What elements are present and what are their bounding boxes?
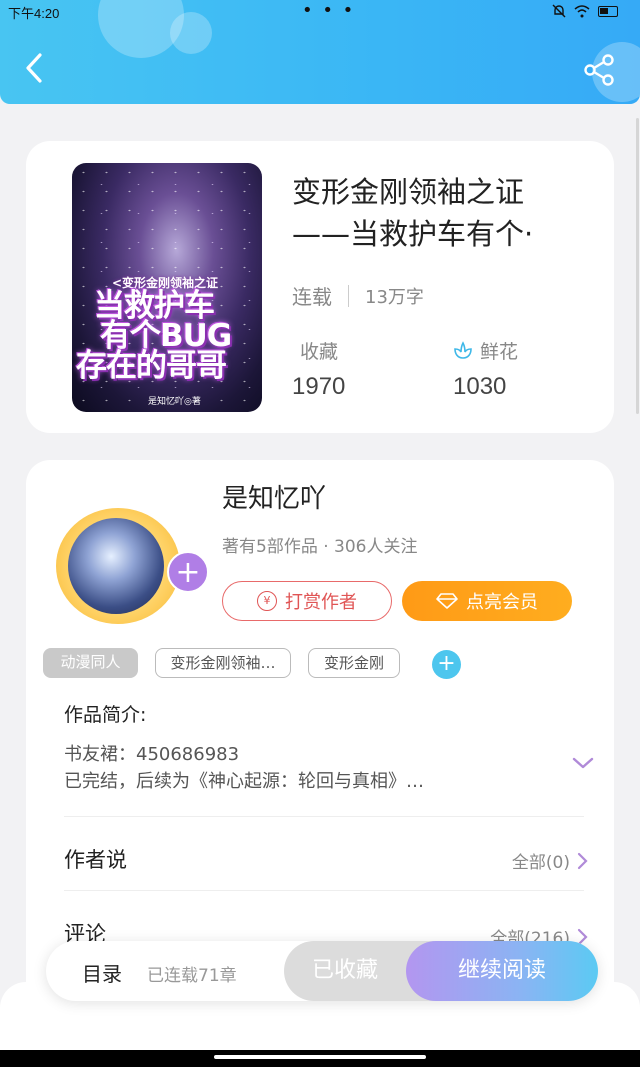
avatar-image: [68, 518, 164, 614]
continue-reading-button[interactable]: 继续阅读: [406, 941, 598, 1001]
cover-author: 是知忆吖◎著: [148, 397, 201, 407]
share-icon[interactable]: [582, 54, 616, 86]
flowers-label: 鲜花: [452, 337, 518, 364]
mute-bell-icon: [552, 4, 566, 18]
author-avatar[interactable]: +: [52, 506, 209, 624]
wifi-icon: [574, 4, 590, 17]
divider: [64, 890, 584, 891]
meta-divider: [348, 284, 349, 307]
book-meta: 连载 13万字: [292, 281, 424, 310]
chevron-right-icon: [577, 852, 588, 869]
toc-button[interactable]: 目录: [82, 958, 122, 987]
book-title: 变形金刚领袖之证 ——当救护车有个·: [292, 171, 592, 255]
diamond-icon: [436, 593, 458, 609]
home-indicator[interactable]: [214, 1055, 426, 1059]
favorites-label-text: 收藏: [300, 341, 339, 363]
intro-line2: 已完结，后续为《神心起源：轮回与真相》…: [64, 771, 424, 792]
status-icons: [552, 4, 618, 18]
battery-icon: [598, 5, 618, 17]
flower-icon: [454, 340, 472, 359]
yen-icon: ¥: [257, 591, 277, 611]
author-says-all-text: 全部(0): [511, 853, 570, 873]
book-title-line2: ——当救护车有个·: [292, 217, 534, 251]
reward-author-label: 打赏作者: [285, 592, 357, 613]
follow-author-button[interactable]: +: [167, 551, 209, 593]
back-chevron-icon[interactable]: [20, 50, 50, 86]
flowers-label-text: 鲜花: [480, 341, 519, 363]
serial-status: 连载: [292, 285, 332, 309]
status-bar: 下午4:20 • • •: [0, 0, 640, 22]
cover-title-line2: 有个BUG: [100, 318, 232, 354]
book-title-line1: 变形金刚领袖之证: [292, 175, 525, 209]
book-cover[interactable]: <变形金刚领袖之证 当救护车 有个BUG 存在的哥哥 是知忆吖◎著: [72, 163, 262, 412]
chapter-count[interactable]: 已连载71章: [147, 961, 237, 986]
tag-item[interactable]: 动漫同人: [43, 648, 138, 678]
vip-button[interactable]: 点亮会员: [402, 581, 572, 621]
author-name[interactable]: 是知忆吖: [222, 478, 326, 515]
tag-item[interactable]: 变形金刚: [308, 648, 400, 678]
author-says-all-link[interactable]: 全部(0): [512, 848, 588, 873]
cover-title-line3: 存在的哥哥: [76, 348, 227, 384]
status-time: 下午4:20: [8, 6, 60, 21]
top-header: 下午4:20 • • •: [0, 0, 640, 104]
intro-heading: 作品简介:: [64, 704, 147, 726]
tag-item[interactable]: 变形金刚领袖…: [155, 648, 291, 678]
intro-text[interactable]: 书友裙：450686983 已完结，后续为《神心起源：轮回与真相》…: [64, 741, 494, 795]
cover-title-line1: 当救护车: [94, 288, 215, 324]
vip-label: 点亮会员: [466, 592, 538, 613]
flowers-value: 1030: [453, 373, 507, 400]
favorites-value: 1970: [292, 373, 346, 400]
reward-author-button[interactable]: ¥ 打赏作者: [222, 581, 392, 621]
add-tag-button[interactable]: +: [432, 650, 461, 679]
expand-chevron-icon[interactable]: [570, 754, 596, 772]
favorites-label: 收藏: [300, 337, 338, 364]
author-says-label: 作者说: [64, 848, 127, 872]
author-stats: 著有5部作品 · 306人关注: [222, 537, 418, 557]
scrollbar[interactable]: [636, 118, 639, 414]
divider: [64, 816, 584, 817]
word-count: 13万字: [365, 286, 424, 308]
intro-line1: 书友裙：450686983: [64, 744, 240, 765]
book-info-card: <变形金刚领袖之证 当救护车 有个BUG 存在的哥哥 是知忆吖◎著 变形金刚领袖…: [26, 141, 614, 433]
status-dots: • • •: [302, 0, 356, 21]
